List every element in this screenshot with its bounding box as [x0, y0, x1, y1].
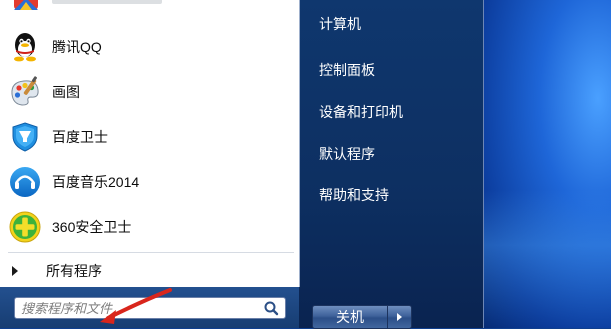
program-label: 画图 — [52, 82, 80, 102]
right-pane: 计算机 控制面板 设备和打印机 默认程序 帮助和支持 关机 — [300, 0, 483, 328]
shutdown-options-button[interactable] — [388, 305, 412, 329]
qq-penguin-icon — [8, 30, 42, 64]
right-triangle-icon — [397, 313, 402, 321]
search-icon[interactable] — [263, 300, 279, 316]
right-item-default-programs[interactable]: 默认程序 — [310, 140, 475, 168]
right-item-help-support[interactable]: 帮助和支持 — [310, 181, 475, 209]
right-item-label: 设备和打印机 — [319, 102, 403, 122]
program-label: 腾讯QQ — [52, 37, 102, 57]
right-item-label: 帮助和支持 — [319, 185, 389, 205]
annotation-arrow-icon — [70, 284, 180, 328]
program-item-baidu-music[interactable]: 百度音乐2014 — [0, 160, 299, 204]
program-icon-partial — [12, 0, 40, 12]
shutdown-button[interactable]: 关机 — [312, 305, 388, 329]
program-label: 360安全卫士 — [52, 217, 131, 237]
baidu-guard-shield-icon — [8, 120, 42, 154]
baidu-music-icon — [8, 165, 42, 199]
all-programs-label: 所有程序 — [46, 261, 102, 281]
program-item-baidu-guard[interactable]: 百度卫士 — [0, 115, 299, 159]
right-item-label: 计算机 — [319, 14, 361, 34]
right-item-label: 控制面板 — [319, 60, 375, 80]
all-programs-button[interactable]: 所有程序 — [0, 258, 299, 284]
paint-palette-icon — [8, 75, 42, 109]
program-item-paint[interactable]: 画图 — [0, 70, 299, 114]
shutdown-group: 关机 — [312, 305, 412, 329]
right-item-devices-printers[interactable]: 设备和打印机 — [310, 98, 475, 126]
program-item-360-safe[interactable]: 360安全卫士 — [0, 205, 299, 249]
program-pane: 腾讯QQ 画图 — [0, 0, 300, 287]
shutdown-label: 关机 — [336, 307, 364, 327]
right-item-label: 默认程序 — [319, 144, 375, 164]
right-item-computer[interactable]: 计算机 — [310, 10, 475, 38]
program-label: 百度音乐2014 — [52, 172, 139, 192]
right-triangle-icon — [12, 266, 18, 276]
desktop-light-beam — [480, 190, 611, 328]
program-item-qq[interactable]: 腾讯QQ — [0, 25, 299, 69]
cut-off-program-item[interactable] — [0, 0, 299, 12]
start-menu: 腾讯QQ 画图 — [0, 0, 484, 328]
program-label: 百度卫士 — [52, 127, 108, 147]
divider — [8, 252, 294, 253]
right-item-control-panel[interactable]: 控制面板 — [310, 56, 475, 84]
360-safe-guard-icon — [8, 210, 42, 244]
